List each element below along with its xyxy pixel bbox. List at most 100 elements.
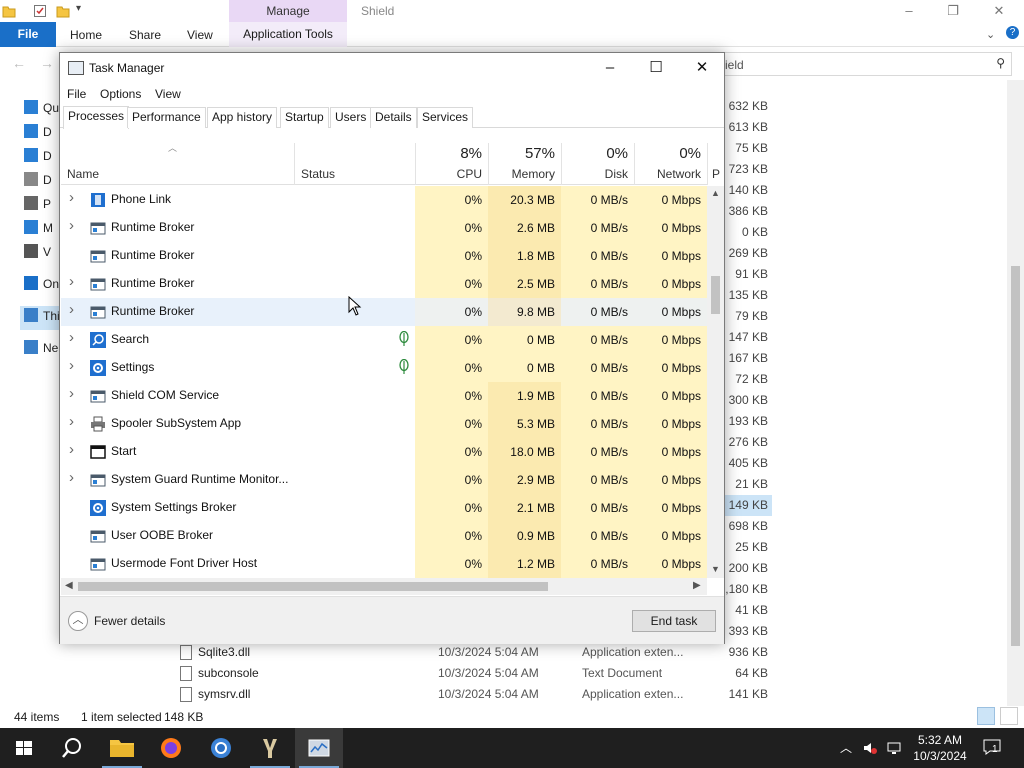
expand-chevron-icon[interactable]: › (69, 329, 74, 346)
large-icons-view-icon[interactable] (1000, 707, 1018, 725)
properties-icon[interactable] (33, 4, 47, 18)
column-network[interactable]: Network (645, 167, 701, 181)
back-arrow-icon[interactable]: ← (12, 55, 26, 71)
forward-arrow-icon[interactable]: → (40, 55, 54, 71)
process-row[interactable]: 0% 0.9 MB 0 MB/s 0 Mbps User OOBE Broker (61, 522, 707, 550)
expand-chevron-icon[interactable]: › (69, 301, 74, 318)
ribbon-share-tab[interactable]: Share (129, 28, 161, 42)
nav-item[interactable]: Qu (24, 100, 60, 120)
tab-processes[interactable]: Processes (63, 106, 130, 129)
process-row[interactable]: 0% 2.5 MB 0 MB/s 0 Mbps › Runtime Broker (61, 270, 707, 298)
expand-chevron-icon[interactable]: › (69, 441, 74, 458)
nav-item[interactable]: D (24, 124, 60, 144)
ribbon-home-tab[interactable]: Home (70, 28, 102, 42)
fewer-details-button[interactable]: Fewer details (94, 614, 165, 628)
nav-item[interactable]: Ne (24, 340, 60, 360)
explorer-minimize-button[interactable]: – (886, 0, 932, 22)
process-row[interactable]: 0% 5.3 MB 0 MB/s 0 Mbps › Spooler SubSystem A… (61, 410, 707, 438)
process-row[interactable]: 0% 18.0 MB 0 MB/s 0 Mbps › Start (61, 438, 707, 466)
process-row[interactable]: 0% 1.2 MB 0 MB/s 0 Mbps Usermode Font Driver… (61, 550, 707, 578)
scroll-left-arrow-icon[interactable]: ◀ (65, 580, 73, 591)
expand-chevron-icon[interactable]: › (69, 217, 74, 234)
menu-options[interactable]: Options (100, 87, 141, 101)
start-button[interactable] (0, 728, 48, 768)
nav-item[interactable]: M (24, 220, 60, 240)
column-memory[interactable]: Memory (500, 167, 555, 181)
process-row[interactable]: 0% 0 MB 0 MB/s 0 Mbps › Search (61, 326, 707, 354)
explorer-search-input[interactable]: ield ⚲ (716, 52, 1012, 76)
column-cpu[interactable]: CPU (432, 167, 482, 181)
ribbon-file-tab[interactable]: File (0, 22, 56, 47)
new-folder-icon[interactable] (56, 4, 70, 18)
column-separator[interactable] (415, 143, 416, 185)
taskbar-task-manager[interactable] (295, 728, 343, 768)
taskbar-shield-app[interactable] (246, 728, 294, 768)
network-total-percent[interactable]: 0% (645, 145, 701, 162)
volume-muted-icon[interactable] (862, 740, 878, 756)
process-list-horizontal-scrollbar[interactable]: ◀ ▶ (61, 578, 707, 595)
expand-chevron-icon[interactable]: › (69, 357, 74, 374)
column-name[interactable]: Name (67, 167, 99, 181)
column-separator[interactable] (561, 143, 562, 185)
process-row[interactable]: 0% 0 MB 0 MB/s 0 Mbps › Settings (61, 354, 707, 382)
column-disk[interactable]: Disk (575, 167, 628, 181)
task-manager-titlebar[interactable]: Task Manager – ☐ ✕ (60, 53, 724, 83)
details-view-icon[interactable] (977, 707, 995, 725)
chevron-up-icon[interactable]: ︿ (68, 611, 88, 631)
nav-item[interactable]: D (24, 172, 60, 192)
ribbon-view-tab[interactable]: View (187, 28, 213, 42)
tab-services[interactable]: Services (417, 107, 474, 128)
scrollbar-thumb[interactable] (711, 276, 720, 314)
taskbar-search-button[interactable] (48, 728, 96, 768)
taskbar-clock[interactable]: 5:32 AM 10/3/2024 (912, 732, 968, 764)
tab-performance[interactable]: Performance (127, 107, 206, 128)
process-row[interactable]: 0% 2.9 MB 0 MB/s 0 Mbps › System Guard Runtim… (61, 466, 707, 494)
nav-item[interactable]: V (24, 244, 60, 264)
nav-item[interactable]: Thi (24, 308, 60, 328)
cpu-total-percent[interactable]: 8% (432, 145, 482, 162)
process-row[interactable]: 0% 20.3 MB 0 MB/s 0 Mbps › Phone Link (61, 186, 707, 214)
minimize-button[interactable]: – (587, 53, 633, 83)
expand-chevron-icon[interactable]: › (69, 413, 74, 430)
tab-details[interactable]: Details (370, 107, 417, 128)
scrollbar-thumb[interactable] (1011, 266, 1020, 646)
expand-chevron-icon[interactable]: › (69, 273, 74, 290)
taskbar-file-explorer[interactable] (98, 728, 146, 768)
taskbar-firefox[interactable] (147, 728, 195, 768)
process-row[interactable]: 0% 1.9 MB 0 MB/s 0 Mbps › Shield COM Service (61, 382, 707, 410)
scrollbar-thumb[interactable] (78, 582, 548, 591)
process-row[interactable]: 0% 2.1 MB 0 MB/s 0 Mbps System Settings Brok… (61, 494, 707, 522)
ribbon-application-tools-tab[interactable]: Application Tools (229, 22, 347, 47)
end-task-button[interactable]: End task (632, 610, 716, 632)
notification-center-button[interactable]: 1 (982, 738, 1004, 758)
column-separator[interactable] (634, 143, 635, 185)
tab-app-history[interactable]: App history (207, 107, 278, 128)
manage-tab[interactable]: Manage (229, 0, 347, 22)
process-list-vertical-scrollbar[interactable]: ▲ ▼ (707, 186, 724, 578)
disk-total-percent[interactable]: 0% (575, 145, 628, 162)
file-row[interactable]: Sqlite3.dll 10/3/2024 5:04 AM Application … (176, 642, 776, 663)
quick-access-dropdown-icon[interactable]: ▾ (76, 3, 81, 14)
process-row[interactable]: 0% 2.6 MB 0 MB/s 0 Mbps › Runtime Broker (61, 214, 707, 242)
menu-file[interactable]: File (67, 87, 86, 101)
help-icon[interactable]: ? (1006, 26, 1019, 39)
expand-chevron-icon[interactable]: › (69, 469, 74, 486)
ribbon-expand-icon[interactable]: ⌄ (986, 28, 995, 41)
scroll-down-arrow-icon[interactable]: ▼ (711, 564, 720, 574)
memory-total-percent[interactable]: 57% (500, 145, 555, 162)
tab-users[interactable]: Users (330, 107, 372, 128)
scroll-up-arrow-icon[interactable]: ▲ (711, 188, 720, 198)
column-status[interactable]: Status (301, 167, 335, 181)
close-button[interactable]: ✕ (679, 53, 725, 83)
nav-item[interactable]: D (24, 148, 60, 168)
process-row[interactable]: 0% 9.8 MB 0 MB/s 0 Mbps › Runtime Broker (61, 298, 707, 326)
scroll-right-arrow-icon[interactable]: ▶ (693, 580, 701, 591)
process-row[interactable]: 0% 1.8 MB 0 MB/s 0 Mbps Runtime Broker (61, 242, 707, 270)
nav-item[interactable]: P (24, 196, 60, 216)
show-hidden-icons-chevron-icon[interactable]: ︿ (840, 739, 852, 756)
expand-chevron-icon[interactable]: › (69, 385, 74, 402)
explorer-restore-button[interactable]: ❐ (930, 0, 976, 22)
column-separator[interactable] (294, 143, 295, 185)
maximize-button[interactable]: ☐ (633, 53, 679, 83)
explorer-close-button[interactable]: ✕ (976, 0, 1022, 22)
